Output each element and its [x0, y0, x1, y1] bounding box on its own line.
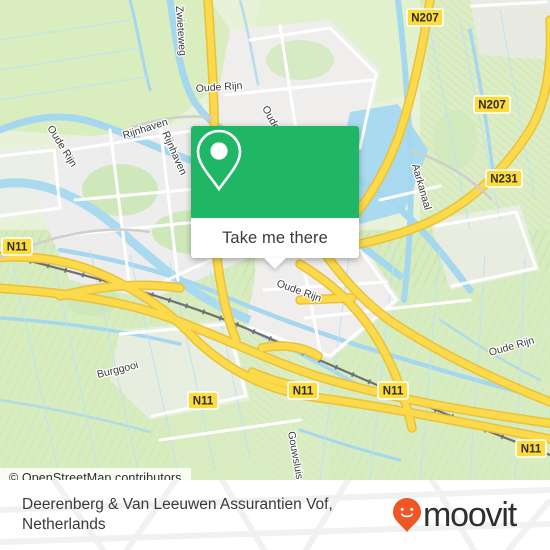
footer-bar: Deerenberg & Van Leeuwen Assurantien Vof… — [0, 480, 550, 550]
osm-attribution[interactable]: © OpenStreetMap contributors — [0, 468, 191, 480]
road-shield-label: N11 — [7, 242, 28, 254]
map-pin-icon — [196, 129, 242, 192]
road-shield: N11 — [187, 391, 219, 410]
road-shield-label: N11 — [193, 396, 214, 408]
road-shield: N207 — [406, 8, 444, 27]
popup-tail — [264, 258, 286, 269]
road-shield: N207 — [473, 95, 511, 114]
take-me-there-label: Take me there — [222, 228, 328, 247]
location-popup-card[interactable]: Take me there — [191, 126, 359, 269]
road-shield: N231 — [485, 169, 523, 188]
moovit-wordmark: moovit — [423, 496, 517, 534]
moovit-logo[interactable]: moovit — [392, 496, 517, 534]
popup-action-area[interactable]: Take me there — [191, 218, 359, 269]
road-shield: N11 — [377, 381, 409, 400]
road-shield: N11 — [287, 381, 319, 400]
road-shield-label: N11 — [383, 386, 404, 398]
road-shield-label: N207 — [411, 13, 439, 25]
road-shield: N11 — [515, 439, 547, 458]
map-canvas[interactable]: Zwieteweg Oude Rijn Oude Oude Rijn Rijnhaven… — [0, 0, 550, 480]
place-name: Deerenberg & Van Leeuwen Assurantien Vof… — [22, 496, 333, 533]
road-shield: N11 — [1, 237, 33, 256]
moovit-pin-smiley-icon — [393, 498, 421, 532]
moovit-map-screenshot: Zwieteweg Oude Rijn Oude Oude Rijn Rijnhaven… — [0, 0, 550, 550]
road-shield-label: N11 — [521, 444, 542, 456]
road-shield-label: N207 — [478, 100, 506, 112]
popup-marker-area — [191, 126, 359, 218]
road-shield-label: N11 — [293, 386, 314, 398]
road-shield-label: N231 — [490, 174, 518, 186]
